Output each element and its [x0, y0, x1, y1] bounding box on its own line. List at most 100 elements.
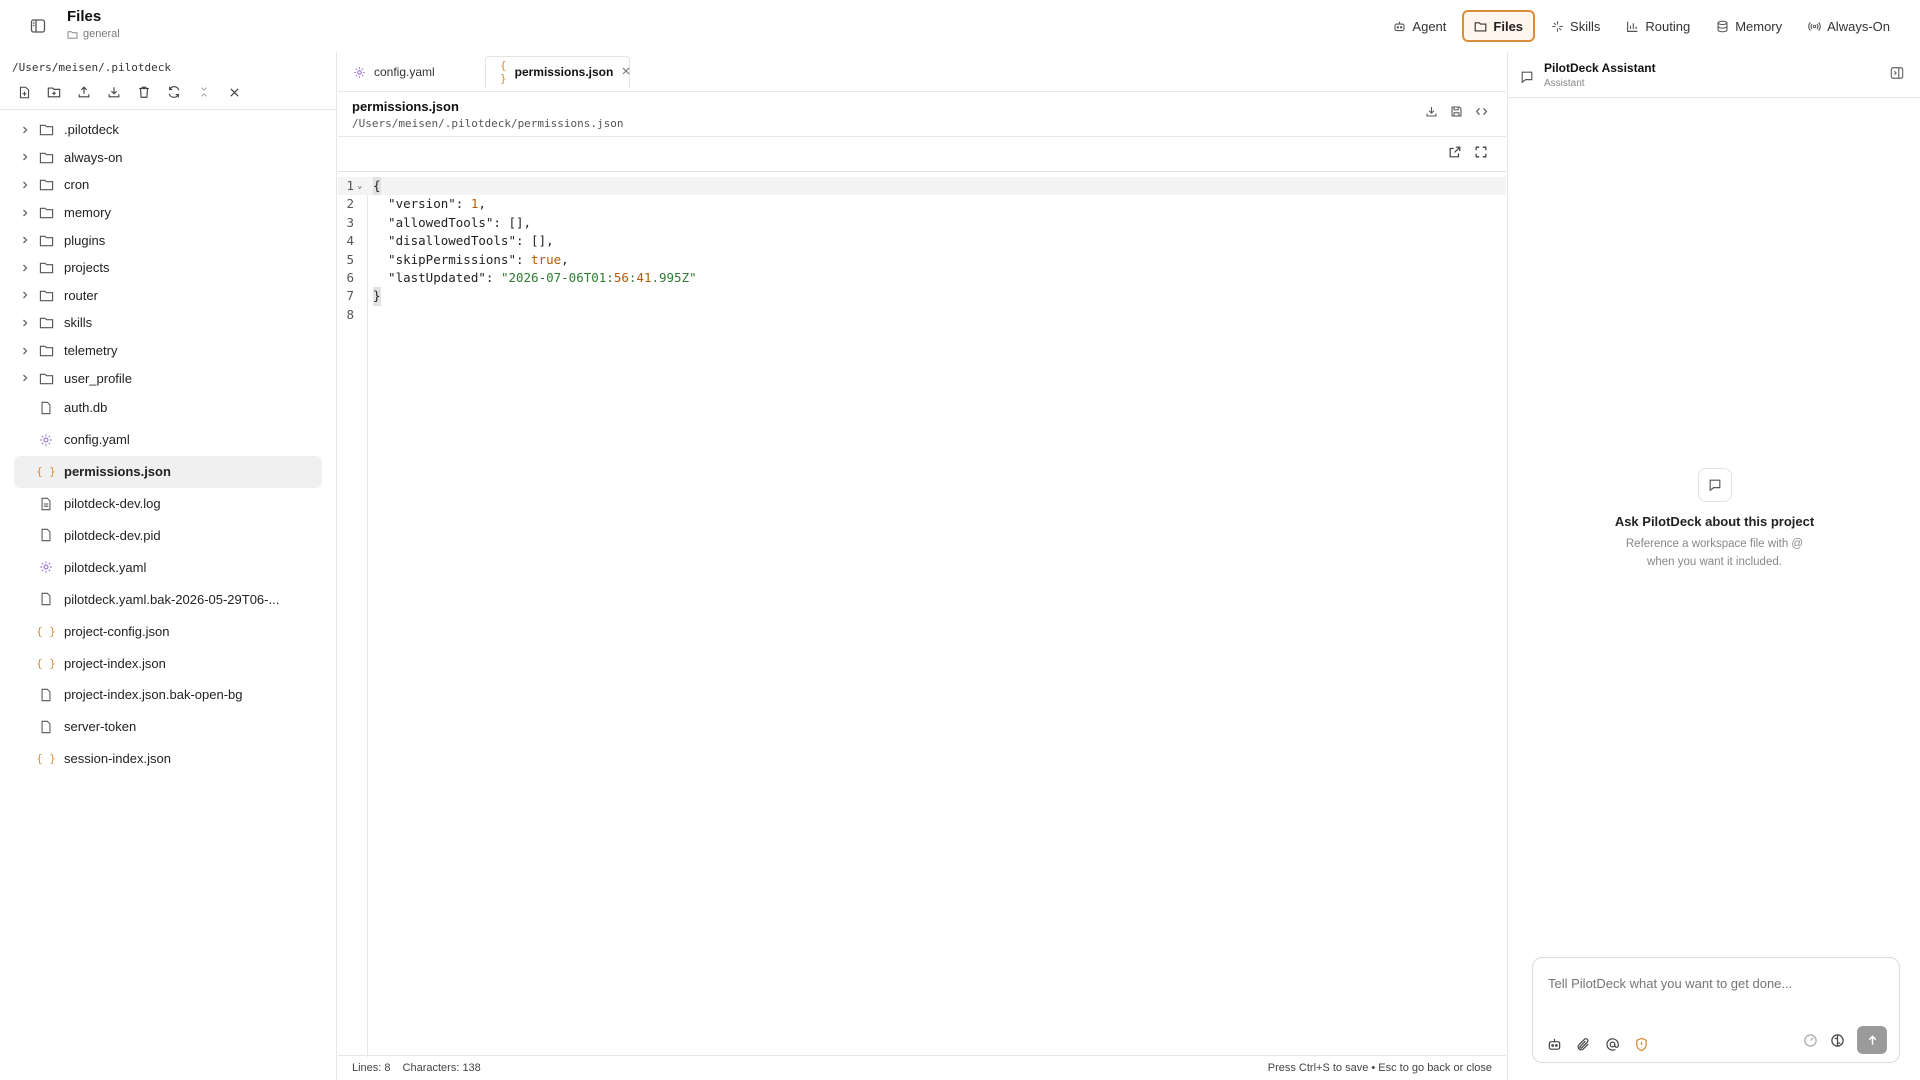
- tree-file-project-index-json[interactable]: { } project-index.json: [14, 647, 322, 679]
- tree-file-pilotdeck-yaml-bak[interactable]: pilotdeck.yaml.bak-2026-05-29T06-...: [14, 583, 322, 615]
- gear-icon: [36, 433, 56, 447]
- close-icon[interactable]: [224, 82, 244, 102]
- close-tab-icon[interactable]: [621, 65, 631, 79]
- fold-chevron-icon[interactable]: ⌄: [357, 177, 362, 195]
- nav-files-label: Files: [1493, 18, 1524, 34]
- download-icon[interactable]: [104, 82, 124, 102]
- explorer-toolbar: [14, 82, 244, 102]
- assistant-divider: [1508, 97, 1920, 98]
- chevron-right-icon: [14, 125, 36, 135]
- nav-agent[interactable]: Agent: [1383, 10, 1456, 42]
- braces-icon: { }: [36, 624, 56, 638]
- new-file-icon[interactable]: [14, 82, 34, 102]
- status-lines: Lines: 8: [352, 1062, 391, 1074]
- robot-icon[interactable]: [1547, 1037, 1562, 1052]
- tree-file-project-index-json-bak[interactable]: project-index.json.bak-open-bg: [14, 679, 322, 711]
- tree-folder-user-profile[interactable]: user_profile: [14, 364, 322, 392]
- code-text: {: [373, 177, 381, 196]
- nav-memory[interactable]: Memory: [1706, 10, 1792, 42]
- chat-composer: [1532, 957, 1900, 1063]
- at-mention-icon[interactable]: [1605, 1037, 1620, 1052]
- tree-folder-plugins[interactable]: plugins: [14, 226, 322, 254]
- chevron-right-icon: [14, 318, 36, 328]
- tree-file-label: project-config.json: [64, 623, 170, 639]
- tab-permissions-json[interactable]: { } permissions.json: [485, 56, 630, 88]
- editor-actions: [1448, 145, 1488, 159]
- tree-file-session-index-json[interactable]: { } session-index.json: [14, 743, 322, 775]
- tree-file-label: pilotdeck.yaml: [64, 559, 147, 575]
- file-actions: [1425, 105, 1488, 118]
- folder-icon: [1474, 20, 1487, 33]
- tree-folder-pilotdeck[interactable]: .pilotdeck: [14, 116, 322, 144]
- tree-folder-cron[interactable]: cron: [14, 171, 322, 199]
- external-link-icon[interactable]: [1448, 145, 1462, 159]
- tab-config-yaml[interactable]: config.yaml: [338, 56, 483, 88]
- refresh-icon[interactable]: [164, 82, 184, 102]
- tree-file-pilotdeck-yaml[interactable]: pilotdeck.yaml: [14, 551, 322, 583]
- tree-folder-label: always-on: [64, 149, 123, 165]
- fullscreen-icon[interactable]: [1474, 145, 1488, 159]
- collapse-all-icon[interactable]: [194, 82, 214, 102]
- upload-icon[interactable]: [74, 82, 94, 102]
- tree-folder-projects[interactable]: projects: [14, 254, 322, 282]
- nav-routing-label: Routing: [1645, 18, 1691, 34]
- paperclip-icon[interactable]: [1576, 1037, 1591, 1052]
- tree-folder-label: cron: [64, 177, 90, 193]
- status-hint: Press Ctrl+S to save • Esc to go back or…: [1267, 1062, 1492, 1074]
- tab-label: config.yaml: [374, 65, 435, 79]
- braces-icon: { }: [36, 752, 56, 766]
- tree-folder-label: router: [64, 287, 98, 303]
- empty-description: Reference a workspace file with @ when y…: [1625, 538, 1804, 568]
- file-tree: .pilotdeck always-on cron memory plugins…: [14, 116, 322, 775]
- new-folder-icon[interactable]: [44, 82, 64, 102]
- tree-folder-label: projects: [64, 260, 110, 276]
- braces-icon: { }: [36, 465, 56, 479]
- sidebar-toggle-icon[interactable]: [28, 16, 48, 36]
- tree-folder-memory[interactable]: memory: [14, 199, 322, 227]
- nav-routing[interactable]: Routing: [1616, 10, 1700, 42]
- brain-icon[interactable]: [1830, 1033, 1845, 1048]
- file-icon: [36, 528, 56, 542]
- tree-folder-telemetry[interactable]: telemetry: [14, 337, 322, 365]
- nav-always-on[interactable]: Always-On: [1798, 10, 1900, 42]
- shield-icon[interactable]: [1634, 1037, 1649, 1052]
- file-icon: [36, 401, 56, 415]
- code-icon[interactable]: [1475, 105, 1488, 118]
- workspace-name: general: [83, 28, 120, 40]
- tree-file-label: pilotdeck-dev.pid: [64, 527, 161, 543]
- assistant-title: PilotDeck Assistant: [1544, 61, 1656, 75]
- tree-file-label: pilotdeck-dev.log: [64, 496, 161, 512]
- nav-files[interactable]: Files: [1462, 10, 1536, 42]
- gear-icon: [36, 560, 56, 574]
- folder-icon: [36, 343, 56, 358]
- code-text: "disallowedTools": [],: [373, 233, 554, 249]
- code-line: 1 ⌄ {: [338, 177, 1506, 196]
- code-line: 8: [338, 306, 1506, 324]
- tree-file-pilotdeck-dev-pid[interactable]: pilotdeck-dev.pid: [14, 520, 322, 552]
- collapse-panel-icon[interactable]: [1890, 66, 1904, 83]
- tree-file-project-config-json[interactable]: { } project-config.json: [14, 615, 322, 647]
- line-number: 8: [346, 306, 354, 322]
- send-button[interactable]: [1857, 1026, 1887, 1054]
- tree-file-pilotdeck-dev-log[interactable]: pilotdeck-dev.log: [14, 488, 322, 520]
- code-line: 5 "skipPermissions": true,: [338, 251, 1506, 269]
- tree-file-auth-db[interactable]: auth.db: [14, 392, 322, 424]
- tree-file-permissions-json[interactable]: { } permissions.json: [14, 455, 322, 488]
- chevron-right-icon: [14, 180, 36, 190]
- download-icon[interactable]: [1425, 105, 1438, 118]
- tree-file-server-token[interactable]: server-token: [14, 711, 322, 743]
- folder-icon: [36, 233, 56, 248]
- tree-folder-always-on[interactable]: always-on: [14, 144, 322, 172]
- tree-folder-skills[interactable]: skills: [14, 309, 322, 337]
- nav-skills[interactable]: Skills: [1541, 10, 1610, 42]
- status-characters: Characters: 138: [402, 1062, 481, 1074]
- gauge-icon[interactable]: [1803, 1033, 1818, 1048]
- save-icon[interactable]: [1450, 105, 1463, 118]
- tree-file-config-yaml[interactable]: config.yaml: [14, 424, 322, 456]
- code-editor[interactable]: 1 ⌄ { 2 "version": 1, 3 "allowedTools": …: [338, 177, 1506, 1057]
- nav-skills-label: Skills: [1570, 18, 1601, 34]
- chat-input[interactable]: [1548, 976, 1878, 991]
- trash-icon[interactable]: [134, 82, 154, 102]
- tree-folder-label: user_profile: [64, 370, 132, 386]
- tree-folder-router[interactable]: router: [14, 282, 322, 310]
